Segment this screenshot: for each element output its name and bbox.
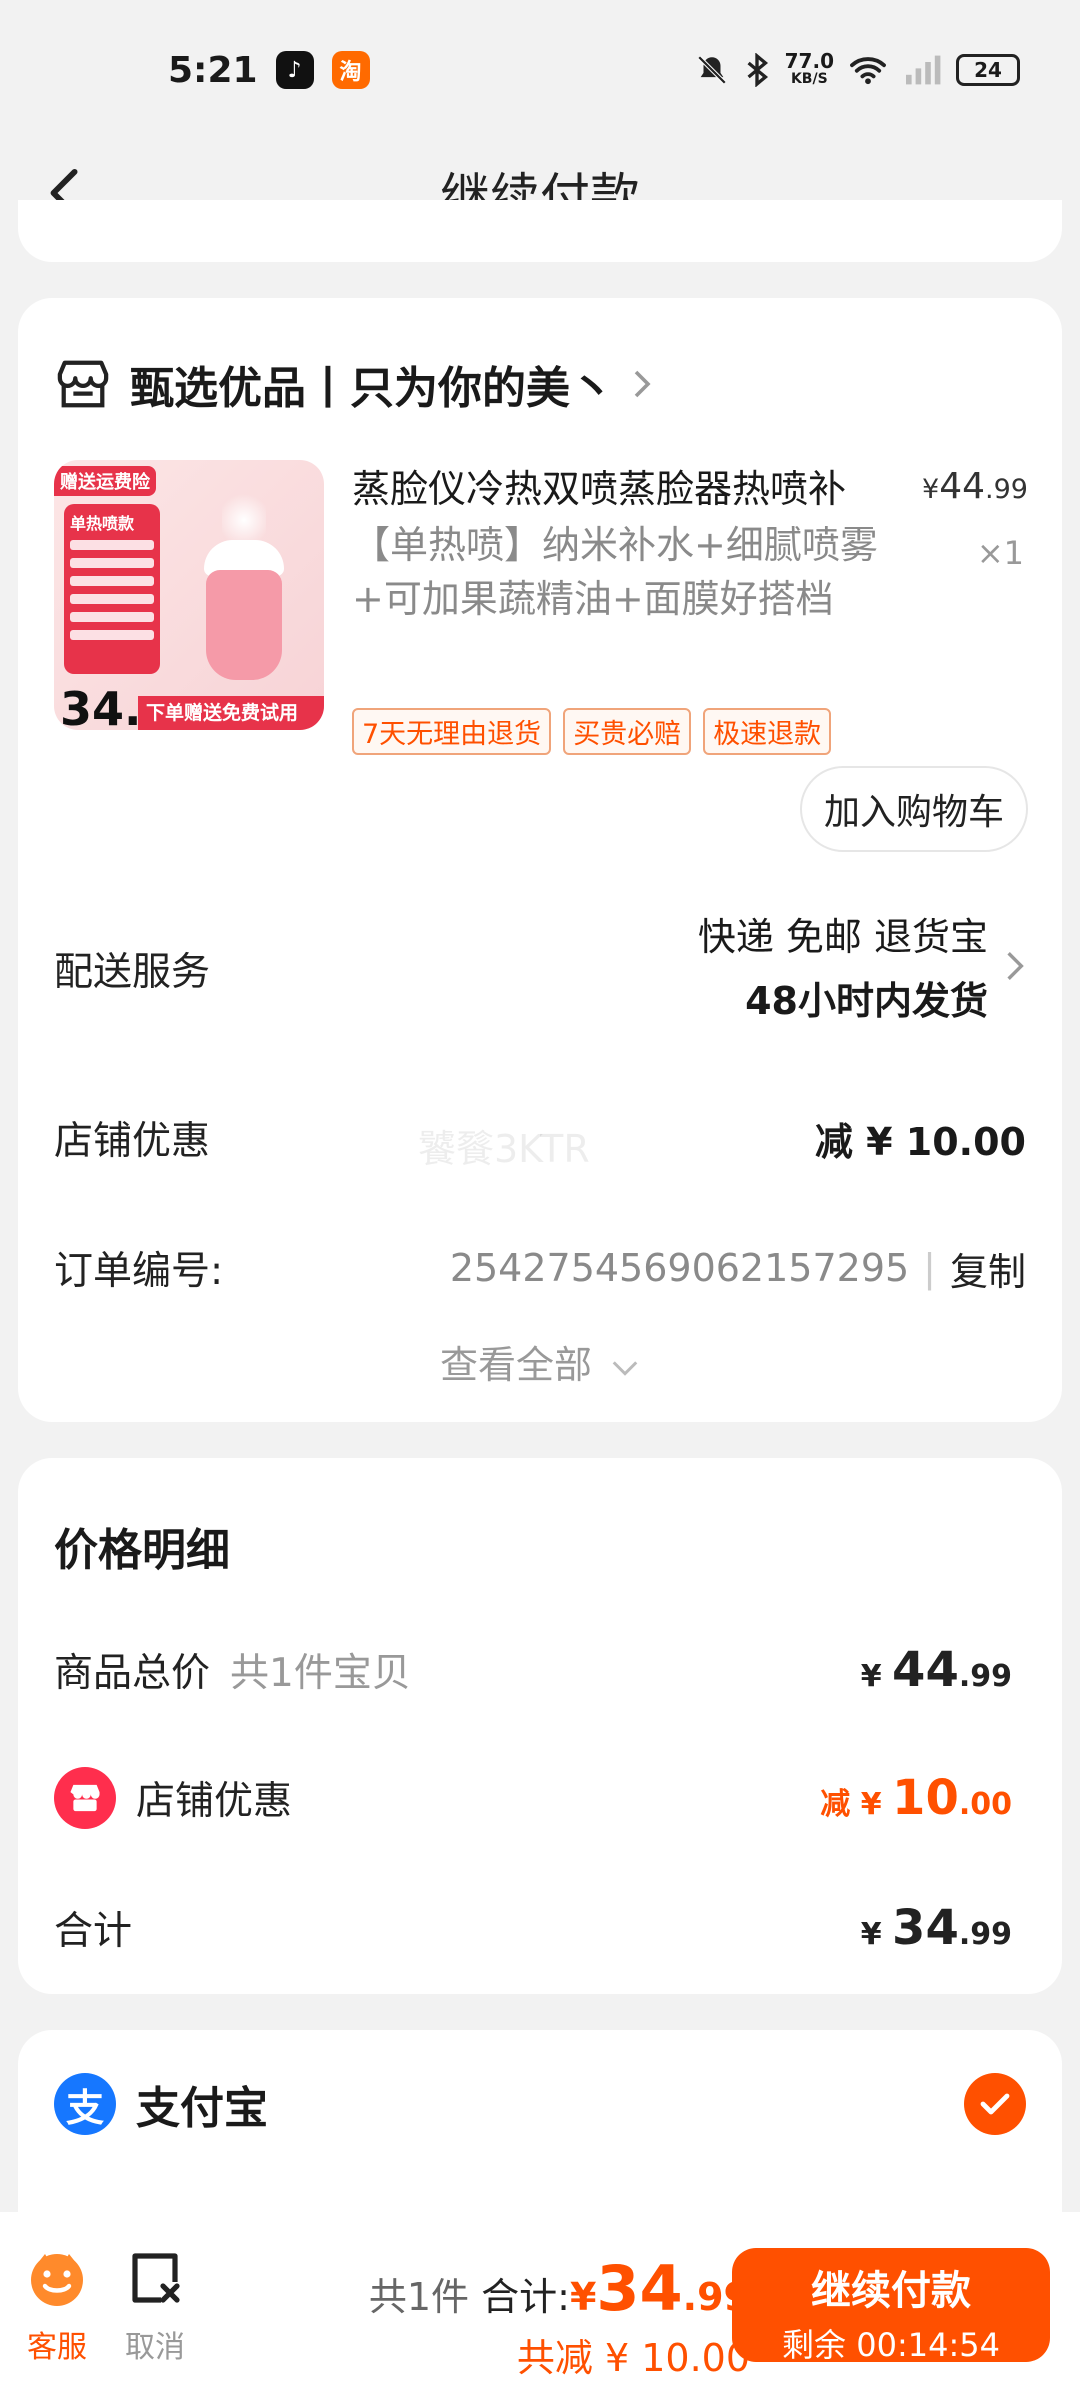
taobao-icon: 淘 <box>331 51 370 89</box>
order-number-label: 订单编号: <box>54 1249 224 1294</box>
alipay-icon: 支 <box>54 2073 116 2135</box>
delivery-row[interactable]: 配送服务 快递 免邮 退货宝 48小时内发货 <box>54 894 1026 1044</box>
product-quantity: ×1 <box>976 534 1024 572</box>
items-total-row: 商品总价 共1件宝贝 ¥ 44.99 <box>54 1630 1026 1710</box>
customer-service-button[interactable]: 客服 <box>12 2248 102 2366</box>
summary-total-value: ¥34.99 <box>569 2252 750 2325</box>
battery-indicator: 24 <box>956 54 1020 86</box>
delivery-info: 快递 免邮 退货宝 48小时内发货 <box>698 905 1026 1033</box>
product-sku: 【单热喷】纳米补水+细腻喷雾+可加果蔬精油+面膜好搭档 <box>352 523 878 621</box>
order-summary: 共1件 合计:¥34.99 共减 ¥ 10.00 <box>369 2252 750 2382</box>
add-to-cart-button[interactable]: 加入购物车 <box>799 766 1028 852</box>
summary-total-label: 合计: <box>481 2275 570 2319</box>
customer-service-icon <box>31 2254 83 2306</box>
status-bar: 5:21 ♪ 淘 77.0 KB/S 24 <box>0 0 1080 140</box>
wifi-icon <box>850 57 886 85</box>
shop-discount-label: 店铺优惠 <box>54 1119 211 1164</box>
chevron-down-icon <box>612 1361 638 1376</box>
product-price: ¥44.99 <box>922 466 1028 507</box>
cancel-order-icon <box>132 2253 180 2303</box>
tiktok-icon: ♪ <box>275 51 314 89</box>
watermark: 饕餮3KTR <box>418 1127 590 1171</box>
signal-icon <box>906 55 941 85</box>
shop-badge-icon <box>54 1767 116 1829</box>
thumb-feature-title: 单热喷款 <box>70 514 135 533</box>
mute-icon <box>697 55 726 85</box>
tag-fast-refund: 极速退款 <box>703 708 832 755</box>
summary-count: 共1件 <box>368 2275 470 2319</box>
store-name: 甄选优品丨只为你的美丶 <box>130 363 614 414</box>
separator: | <box>923 1246 936 1290</box>
tag-7day-return: 7天无理由退货 <box>352 708 552 755</box>
thumb-price: 34. <box>60 682 142 730</box>
cancel-order-label: 取消 <box>125 2330 185 2365</box>
price-shop-discount-row: 店铺优惠 减 ¥ 10.00 <box>54 1758 1026 1838</box>
thumb-bottom-banner: 下单赠送免费试用 <box>138 696 324 730</box>
product-image[interactable]: 赠送运费险 单热喷款 34. 下单赠送免费试用 <box>54 460 324 730</box>
order-number-row: 订单编号: 2542754569062157295 | 复制 <box>54 1228 1026 1308</box>
store-header[interactable]: 甄选优品丨只为你的美丶 <box>54 352 652 416</box>
cancel-order-button[interactable]: 取消 <box>110 2248 200 2366</box>
delivery-line2: 48小时内发货 <box>745 979 988 1023</box>
shop-discount-value: 减 ¥ 10.00 <box>814 1119 1026 1164</box>
price-shop-discount-label: 店铺优惠 <box>136 1779 293 1824</box>
continue-payment-label: 继续付款 <box>811 2268 971 2314</box>
price-shop-discount-value: 减 ¥ 10.00 <box>820 1770 1012 1826</box>
alipay-label: 支付宝 <box>136 2083 268 2134</box>
tag-price-guarantee: 买贵必赔 <box>563 708 692 755</box>
thumb-feature-list: 单热喷款 <box>64 504 160 674</box>
order-card: 甄选优品丨只为你的美丶 赠送运费险 单热喷款 34. 下单赠送免费试用 蒸脸仪冷… <box>18 298 1062 1422</box>
status-time: 5:21 <box>168 49 258 91</box>
view-all-button[interactable]: 查看全部 <box>18 1334 1062 1389</box>
delivery-label: 配送服务 <box>54 950 211 995</box>
price-detail-card: 价格明细 商品总价 共1件宝贝 ¥ 44.99 店铺优惠 减 ¥ 10.00 合… <box>18 1458 1062 1994</box>
items-total-label: 商品总价 <box>54 1651 211 1696</box>
copy-button[interactable]: 复制 <box>950 1241 1026 1296</box>
chevron-right-icon <box>1007 952 1024 980</box>
payment-countdown: 剩余 00:14:54 <box>782 2326 1000 2364</box>
items-total-value: ¥ 44.99 <box>860 1642 1012 1698</box>
chevron-right-icon <box>634 370 651 398</box>
steamer-illustration <box>194 490 294 680</box>
price-detail-title: 价格明细 <box>54 1525 230 1576</box>
view-all-label: 查看全部 <box>439 1343 592 1387</box>
thumb-banner-top: 赠送运费险 <box>54 466 156 496</box>
net-speed: 77.0 KB/S <box>784 49 834 87</box>
product-title[interactable]: 蒸脸仪冷热双喷蒸脸器热喷补 <box>352 462 892 516</box>
customer-service-label: 客服 <box>27 2330 87 2365</box>
grand-total-label: 合计 <box>54 1909 133 1954</box>
summary-saved: 共减 ¥ 10.00 <box>516 2336 750 2380</box>
grand-total-row: 合计 ¥ 34.99 <box>54 1888 1026 1968</box>
selected-check-icon[interactable] <box>964 2073 1026 2135</box>
delivery-line1: 快递 免邮 退货宝 <box>697 915 988 959</box>
service-tags: 7天无理由退货 买贵必赔 极速退款 <box>352 708 832 755</box>
bottom-action-bar: 客服 取消 共1件 合计:¥34.99 共减 ¥ 10.00 继续付款 剩余 0… <box>0 2212 1080 2400</box>
order-number: 2542754569062157295 <box>449 1246 910 1290</box>
store-icon <box>57 360 109 408</box>
items-count: 共1件宝贝 <box>230 1651 411 1696</box>
bluetooth-icon <box>747 53 768 87</box>
previous-card-edge <box>18 200 1062 262</box>
continue-payment-button[interactable]: 继续付款 剩余 00:14:54 <box>732 2248 1050 2364</box>
grand-total-value: ¥ 34.99 <box>860 1900 1012 1956</box>
alipay-option[interactable]: 支 支付宝 <box>54 2072 1026 2136</box>
